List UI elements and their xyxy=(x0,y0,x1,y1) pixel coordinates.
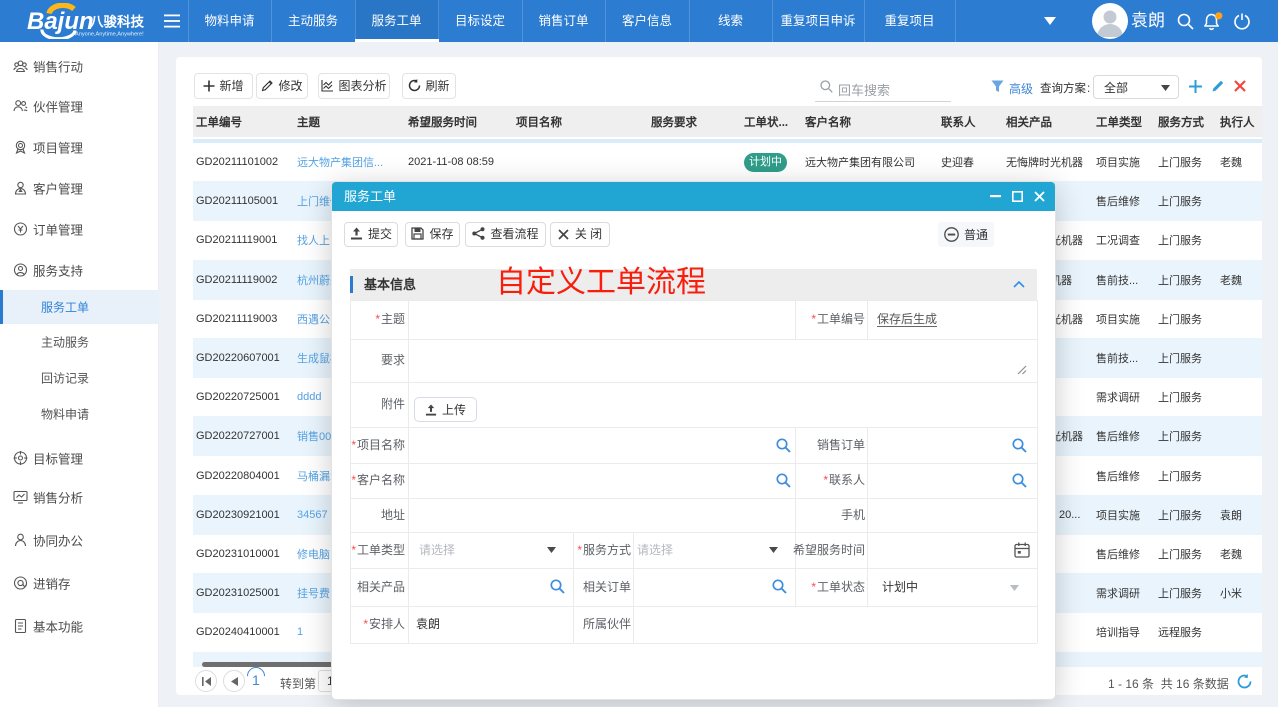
svg-text:Anyone,Anytime,Anywhere!: Anyone,Anytime,Anywhere! xyxy=(75,32,144,38)
svg-text:八骏科技: 八骏科技 xyxy=(89,14,144,30)
